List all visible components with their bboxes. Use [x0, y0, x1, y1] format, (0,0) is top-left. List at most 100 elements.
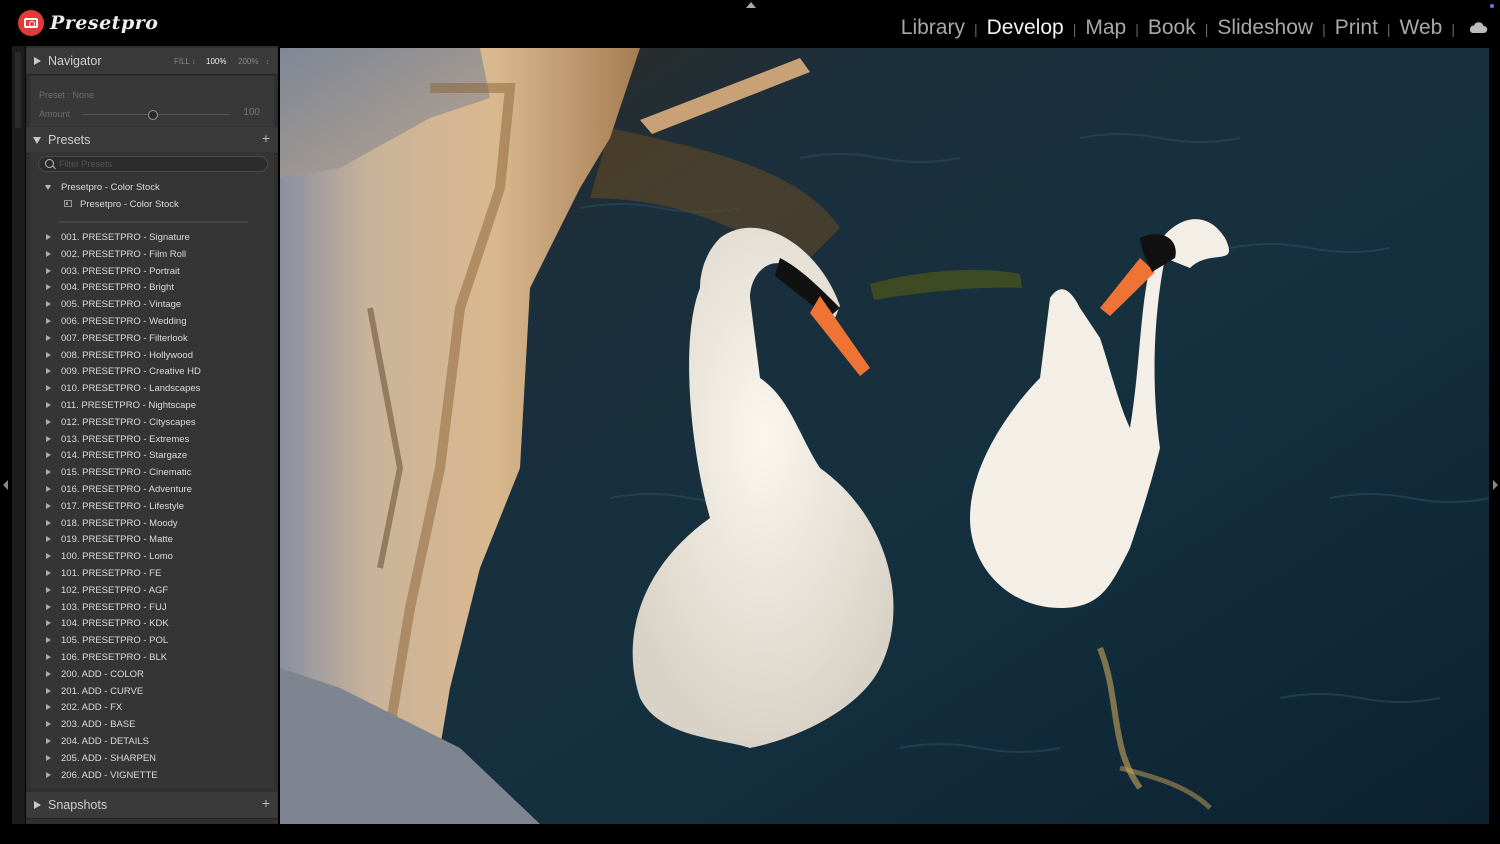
zoom-200[interactable]: 200% ↕ [238, 57, 269, 66]
expand-triangle-icon[interactable] [46, 401, 51, 408]
expand-triangle-icon[interactable] [46, 704, 51, 711]
preset-group-item[interactable]: 010. PRESETPRO - Landscapes [30, 381, 274, 398]
preset-group-item[interactable]: 102. PRESETPRO - AGF [30, 583, 274, 600]
expand-triangle-icon[interactable] [46, 234, 51, 240]
cloud-sync-icon[interactable] [1468, 22, 1488, 34]
expand-triangle-icon[interactable] [46, 418, 51, 425]
preset-group-item[interactable]: 104. PRESETPRO - KDK [30, 616, 274, 633]
expand-triangle-icon[interactable] [46, 721, 51, 728]
expand-triangle-icon[interactable] [46, 250, 51, 257]
expand-triangle-icon[interactable] [46, 317, 51, 324]
preset-group-item[interactable]: 105. PRESETPRO - POL [30, 633, 274, 650]
preset-group-label: 201. ADD - CURVE [61, 685, 144, 697]
expand-triangle-icon[interactable] [46, 485, 51, 492]
preset-group-item[interactable]: 101. PRESETPRO - FE [30, 566, 274, 583]
expand-triangle-icon[interactable] [46, 536, 51, 543]
amount-slider-handle[interactable] [148, 110, 158, 120]
preset-group-item[interactable]: 012. PRESETPRO - Cityscapes [30, 415, 274, 432]
preset-group-open[interactable]: Presetpro - Color Stock [30, 180, 274, 196]
expand-triangle-icon[interactable] [46, 569, 51, 576]
add-snapshot-icon[interactable]: + [262, 796, 270, 810]
preset-group-item[interactable]: 016. PRESETPRO - Adventure [30, 482, 274, 499]
preset-group-item[interactable]: 017. PRESETPRO - Lifestyle [30, 499, 274, 516]
top-bar: Presetpro Library | Develop | Map | Book… [0, 0, 1500, 46]
preset-group-label: 012. PRESETPRO - Cityscapes [61, 416, 196, 428]
expand-triangle-icon[interactable] [46, 771, 51, 778]
zoom-100[interactable]: 100% [206, 57, 226, 66]
expand-triangle-icon[interactable] [46, 519, 51, 526]
expand-triangle-icon[interactable] [46, 603, 51, 610]
snapshots-header[interactable]: Snapshots + [26, 792, 278, 819]
expand-triangle-icon[interactable] [34, 57, 41, 65]
expand-triangle-icon[interactable] [46, 385, 51, 392]
preset-group-item[interactable]: 205. ADD - SHARPEN [30, 751, 274, 768]
preset-group-item[interactable]: 014. PRESETPRO - Stargaze [30, 448, 274, 465]
module-book[interactable]: Book [1148, 16, 1196, 40]
expand-triangle-icon[interactable] [46, 368, 51, 375]
module-map[interactable]: Map [1085, 16, 1126, 40]
preset-group-item[interactable]: 018. PRESETPRO - Moody [30, 516, 274, 533]
preset-group-item[interactable]: 003. PRESETPRO - Portrait [30, 264, 274, 281]
expand-triangle-icon[interactable] [46, 502, 51, 509]
preset-group-item[interactable]: 200. ADD - COLOR [30, 667, 274, 684]
preset-item[interactable]: Presetpro - Color Stock [30, 197, 274, 213]
filter-presets-field[interactable] [38, 156, 268, 172]
preset-group-item[interactable]: 007. PRESETPRO - Filterlook [30, 331, 274, 348]
preset-group-item[interactable]: 201. ADD - CURVE [30, 684, 274, 701]
zoom-fill[interactable]: FILL ↕ [174, 57, 195, 66]
expand-triangle-icon[interactable] [46, 469, 51, 476]
module-print[interactable]: Print [1335, 16, 1378, 40]
expand-triangle-icon[interactable] [46, 334, 51, 341]
expand-triangle-icon[interactable] [46, 267, 51, 274]
preset-group-item[interactable]: 002. PRESETPRO - Film Roll [30, 247, 274, 264]
photo-canvas[interactable] [280, 48, 1489, 824]
collapse-triangle-icon[interactable] [33, 137, 41, 144]
collapse-top-panel-icon[interactable] [746, 2, 756, 8]
preset-group-item[interactable]: 006. PRESETPRO - Wedding [30, 314, 274, 331]
expand-triangle-icon[interactable] [46, 620, 51, 627]
module-library[interactable]: Library [901, 16, 965, 40]
preset-group-item[interactable]: 204. ADD - DETAILS [30, 734, 274, 751]
collapse-right-panel-icon[interactable] [1493, 480, 1498, 490]
preset-group-item[interactable]: 005. PRESETPRO - Vintage [30, 297, 274, 314]
preset-group-item[interactable]: 203. ADD - BASE [30, 717, 274, 734]
preset-group-item[interactable]: 206. ADD - VIGNETTE [30, 768, 274, 785]
filter-presets-input[interactable] [59, 157, 259, 171]
preset-group-item[interactable]: 103. PRESETPRO - FUJ [30, 600, 274, 617]
expand-triangle-icon[interactable] [46, 435, 51, 442]
preset-group-item[interactable]: 004. PRESETPRO - Bright [30, 280, 274, 297]
preset-group-item[interactable]: 009. PRESETPRO - Creative HD [30, 364, 274, 381]
preset-group-item[interactable]: 011. PRESETPRO - Nightscape [30, 398, 274, 415]
expand-triangle-icon[interactable] [46, 284, 51, 291]
preset-group-label: 017. PRESETPRO - Lifestyle [61, 500, 185, 512]
collapse-left-panel-icon[interactable] [3, 480, 8, 490]
collapse-triangle-icon[interactable] [45, 185, 51, 190]
expand-triangle-icon[interactable] [46, 754, 51, 761]
module-web[interactable]: Web [1400, 16, 1443, 40]
preset-group-item[interactable]: 015. PRESETPRO - Cinematic [30, 465, 274, 482]
expand-triangle-icon[interactable] [46, 351, 51, 358]
module-develop[interactable]: Develop [987, 16, 1064, 40]
expand-triangle-icon[interactable] [46, 452, 51, 459]
expand-triangle-icon[interactable] [46, 737, 51, 744]
expand-triangle-icon[interactable] [46, 670, 51, 677]
expand-triangle-icon[interactable] [46, 586, 51, 593]
preset-group-item[interactable]: 013. PRESETPRO - Extremes [30, 432, 274, 449]
expand-triangle-icon[interactable] [46, 653, 51, 660]
preset-group-item[interactable]: 106. PRESETPRO - BLK [30, 650, 274, 667]
expand-triangle-icon[interactable] [46, 637, 51, 644]
expand-triangle-icon[interactable] [46, 301, 51, 308]
expand-triangle-icon[interactable] [46, 553, 51, 560]
expand-triangle-icon[interactable] [34, 801, 41, 809]
presets-header[interactable]: Presets + [26, 127, 278, 154]
preset-group-item[interactable]: 001. PRESETPRO - Signature [30, 230, 274, 247]
add-preset-icon[interactable]: + [262, 131, 270, 145]
module-slideshow[interactable]: Slideshow [1217, 16, 1313, 40]
preset-group-item[interactable]: 008. PRESETPRO - Hollywood [30, 348, 274, 365]
expand-triangle-icon[interactable] [46, 687, 51, 694]
preset-group-label: 014. PRESETPRO - Stargaze [61, 450, 188, 462]
navigator-header[interactable]: Navigator FILL ↕ 100% 200% ↕ [26, 48, 278, 75]
preset-group-item[interactable]: 019. PRESETPRO - Matte [30, 532, 274, 549]
preset-group-item[interactable]: 100. PRESETPRO - Lomo [30, 549, 274, 566]
preset-group-item[interactable]: 202. ADD - FX [30, 700, 274, 717]
